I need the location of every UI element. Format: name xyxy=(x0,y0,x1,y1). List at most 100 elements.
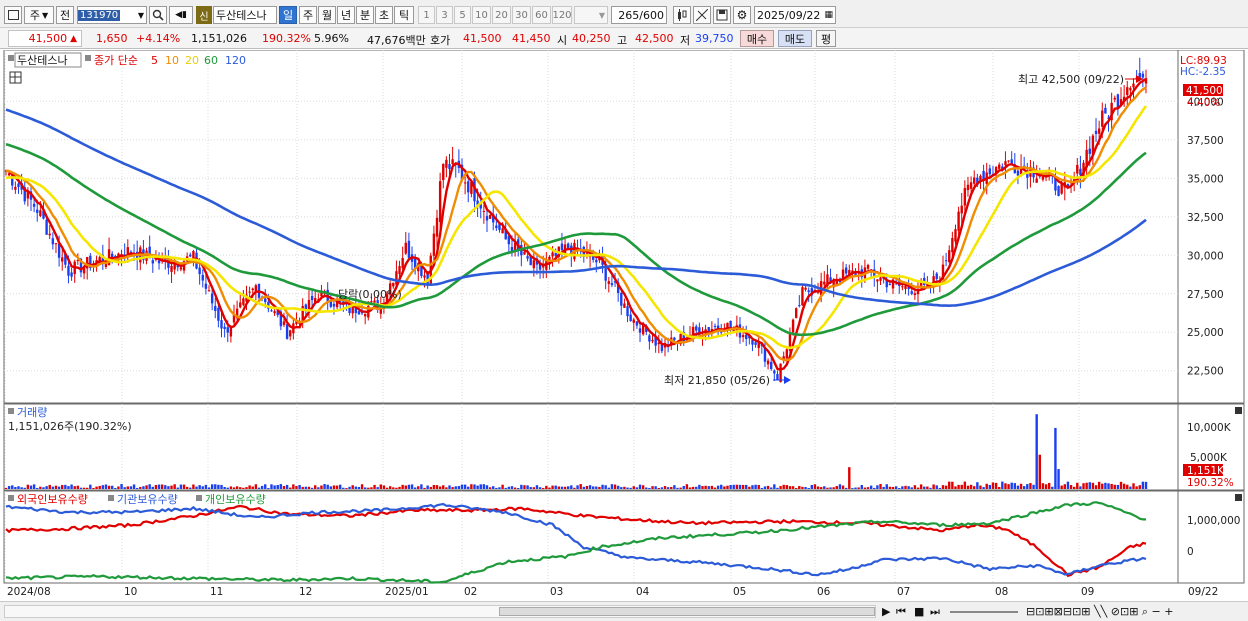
interval-input[interactable]: ▼ xyxy=(574,6,608,24)
volume-bar xyxy=(379,484,382,489)
panel-close-icon[interactable] xyxy=(1235,494,1242,501)
candle-body xyxy=(1113,97,1116,100)
volume-bar xyxy=(963,481,967,489)
menu-icon[interactable] xyxy=(4,6,22,24)
scroll-right-icon[interactable]: ▶ xyxy=(882,605,890,618)
tab-week[interactable]: 주 xyxy=(299,6,317,24)
stop-icon[interactable]: ■ xyxy=(914,605,924,618)
candle-body xyxy=(560,243,564,250)
interval-30[interactable]: 30 xyxy=(512,6,531,24)
forward-icon[interactable]: ⏭ xyxy=(930,605,940,619)
volume-bar xyxy=(738,484,742,489)
interval-1[interactable]: 1 xyxy=(418,6,435,24)
candle-body xyxy=(969,182,973,189)
volume-bar xyxy=(192,484,195,489)
tab-second[interactable]: 초 xyxy=(375,6,393,24)
volume-bar xyxy=(32,484,36,489)
legend-color-box xyxy=(108,495,114,501)
volume-bar xyxy=(966,485,970,489)
volume-bar xyxy=(779,486,782,489)
volume-bar xyxy=(560,486,564,489)
candle-body xyxy=(170,265,173,272)
candle-body xyxy=(607,281,610,284)
open-price: 40,250 xyxy=(572,32,611,45)
tab-year[interactable]: 년 xyxy=(337,6,355,24)
candle-body xyxy=(438,181,442,222)
candle-body xyxy=(660,344,664,352)
avg-button[interactable]: 평 xyxy=(816,30,836,47)
volume-bar xyxy=(882,486,885,489)
cross-icon[interactable] xyxy=(693,6,711,24)
prev-button[interactable]: 전 xyxy=(56,6,74,24)
market-select[interactable]: 주 ▼ xyxy=(24,6,54,24)
date-field[interactable]: 2025/09/22 ▦ xyxy=(754,6,836,24)
volume-bar xyxy=(801,486,804,489)
legend-individual: 개인보유수량 xyxy=(205,493,266,506)
volume-bar xyxy=(454,486,457,489)
volume-bar xyxy=(342,487,345,489)
candle-icon[interactable] xyxy=(673,6,691,24)
candle-body xyxy=(910,291,913,294)
interval-3[interactable]: 3 xyxy=(436,6,453,24)
volume-bar xyxy=(941,485,945,489)
layout-icon[interactable]: ⊟⊡⊞⊠⊟⊡⊞ ╲╲ ⊘⊡⊞ ⌕ − + xyxy=(1026,605,1174,619)
interval-120[interactable]: 120 xyxy=(552,6,572,24)
candle-body xyxy=(866,265,870,269)
interval-60[interactable]: 60 xyxy=(532,6,551,24)
candle-body xyxy=(451,159,454,165)
interval-20[interactable]: 20 xyxy=(492,6,511,24)
volume-bar xyxy=(354,486,358,489)
sell-button[interactable]: 매도 xyxy=(778,30,812,47)
new-badge[interactable]: 신 xyxy=(196,6,212,24)
interval-10[interactable]: 10 xyxy=(472,6,491,24)
stock-name-field[interactable]: 두산테스나 xyxy=(213,6,277,24)
scroll-thumb[interactable] xyxy=(499,607,875,616)
volume-bar xyxy=(157,484,161,489)
volume-bar xyxy=(348,486,351,489)
stock-code-input[interactable]: 131970 ▼ xyxy=(77,6,147,24)
volume-bar xyxy=(545,485,548,489)
search-icon[interactable] xyxy=(149,6,167,24)
candle-body xyxy=(1076,164,1079,174)
price-tag: 41,500 xyxy=(1186,85,1223,97)
volume-bar xyxy=(404,485,407,489)
stock-chart[interactable]: 22,500 25,000 27,500 30,000 32,500 35,000 37,5… xyxy=(0,50,1248,601)
volume-bar xyxy=(626,487,629,489)
tab-tick[interactable]: 틱 xyxy=(394,6,414,24)
legend-ma20: 20 xyxy=(185,54,199,67)
tab-minute[interactable]: 분 xyxy=(356,6,374,24)
candle-body xyxy=(398,266,401,275)
volume-tick-5000k: 5,000K xyxy=(1190,452,1228,464)
volume-bar xyxy=(885,484,888,489)
volume-bar xyxy=(957,484,960,489)
volume-bar xyxy=(220,484,223,489)
volume-bar xyxy=(716,485,720,489)
volume-bar xyxy=(819,487,823,489)
volume-bar xyxy=(176,487,179,489)
volume-bar xyxy=(501,484,504,489)
scroll-track[interactable] xyxy=(4,605,876,618)
panel-close-icon[interactable] xyxy=(1235,407,1242,414)
buy-button[interactable]: 매수 xyxy=(740,30,774,47)
zoom-slider[interactable] xyxy=(950,611,1018,613)
price-box: 41,500 ▲ xyxy=(8,30,82,47)
candle-body xyxy=(523,251,526,255)
volume-bar xyxy=(435,485,439,489)
count-display[interactable]: 265/600 xyxy=(611,6,667,24)
sound-icon[interactable]: ◀▮ xyxy=(169,6,193,24)
candle-body xyxy=(823,281,826,285)
candle-body xyxy=(526,256,529,259)
tab-day[interactable]: 일 xyxy=(279,6,297,24)
volume-bar xyxy=(1066,481,1070,489)
tab-month[interactable]: 월 xyxy=(318,6,336,24)
interval-5[interactable]: 5 xyxy=(454,6,471,24)
save-icon[interactable] xyxy=(713,6,731,24)
volume-bar xyxy=(482,484,486,489)
candle-body xyxy=(48,233,51,236)
volume-bar xyxy=(1129,486,1132,489)
volume-bar xyxy=(323,484,326,489)
main-toolbar: 주 ▼ 전 131970 ▼ ◀▮ 신 두산테스나 일 주 월 년 분 초 틱 1 … xyxy=(0,0,1248,28)
volume-bar xyxy=(214,484,217,489)
gear-icon[interactable]: ⚙ xyxy=(733,6,751,24)
rewind-icon[interactable]: ⏮ xyxy=(896,605,906,619)
